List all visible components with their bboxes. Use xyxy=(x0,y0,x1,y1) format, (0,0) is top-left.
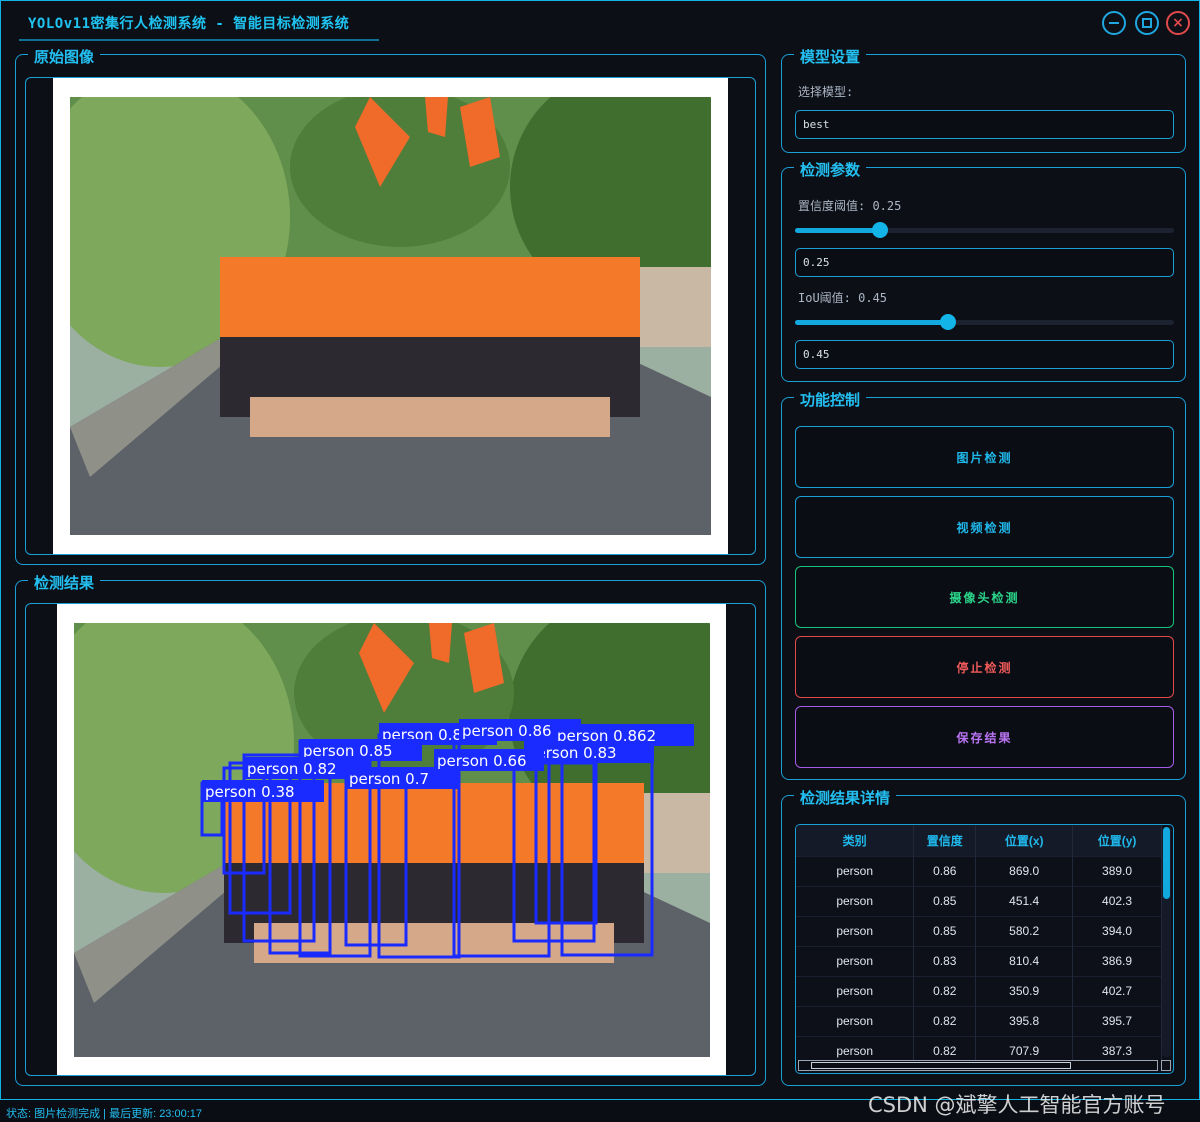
model-select[interactable]: best xyxy=(795,110,1174,139)
stop-detect-button[interactable]: 停止检测 xyxy=(795,636,1174,698)
table-cell: 389.0 xyxy=(1072,855,1162,886)
street-scene-image xyxy=(70,97,711,535)
original-photo xyxy=(70,97,711,535)
table-row[interactable]: person 0.82 350.9 402.7 xyxy=(796,975,1162,1006)
table-cell: 395.7 xyxy=(1072,1005,1162,1036)
result-photo: person 0.85 person 0.86 person 0.862 per… xyxy=(74,623,710,1057)
table-cell: 810.4 xyxy=(975,945,1074,976)
table-row[interactable]: person 0.85 451.4 402.3 xyxy=(796,885,1162,916)
detection-label: person 0.66 xyxy=(437,752,527,770)
table-row[interactable]: person 0.85 580.2 394.0 xyxy=(796,915,1162,946)
table-cell: 0.85 xyxy=(913,885,977,916)
table-cell: person xyxy=(796,885,915,916)
function-control-title: 功能控制 xyxy=(794,389,867,410)
window-title: YOLOv11密集行人检测系统 - 智能目标检测系统 xyxy=(28,16,350,32)
iou-slider[interactable] xyxy=(795,314,1174,330)
table-scroll-corner xyxy=(1161,1060,1171,1071)
table-row[interactable]: person 0.86 869.0 389.0 xyxy=(796,855,1162,886)
detection-label: person 0.82 xyxy=(247,760,337,778)
table-cell: person xyxy=(796,855,915,886)
select-model-label: 选择模型: xyxy=(798,85,854,99)
detection-label: person 0.38 xyxy=(205,783,295,801)
table-horizontal-scroll-thumb[interactable] xyxy=(811,1062,1071,1069)
main-window: YOLOv11密集行人检测系统 - 智能目标检测系统 × 原始图像 检测结果 p… xyxy=(0,0,1200,1100)
close-icon: × xyxy=(1172,15,1184,31)
iou-slider-handle[interactable] xyxy=(940,314,956,330)
table-cell: 386.9 xyxy=(1072,945,1162,976)
column-header-class[interactable]: 类别 xyxy=(796,825,915,856)
camera-detect-button[interactable]: 摄像头检测 xyxy=(795,566,1174,628)
result-table-grid: 类别 置信度 位置(x) 位置(y) person 0.86 869.0 389.0 p… xyxy=(796,825,1162,1066)
table-cell: 869.0 xyxy=(975,855,1074,886)
table-horizontal-scrollbar[interactable] xyxy=(798,1060,1158,1071)
video-detect-button[interactable]: 视频检测 xyxy=(795,496,1174,558)
confidence-slider[interactable] xyxy=(795,222,1174,238)
maximize-icon xyxy=(1142,18,1152,28)
table-cell: 0.83 xyxy=(913,945,977,976)
table-vertical-scroll-thumb[interactable] xyxy=(1163,827,1170,899)
column-header-y[interactable]: 位置(y) xyxy=(1072,825,1162,856)
confidence-label: 置信度阈值: 0.25 xyxy=(798,199,902,213)
table-cell: 394.0 xyxy=(1072,915,1162,946)
result-image-title: 检测结果 xyxy=(28,572,101,593)
watermark: CSDN @斌擎人工智能官方账号 xyxy=(868,1093,1166,1117)
iou-input[interactable]: 0.45 xyxy=(795,340,1174,369)
minimize-button[interactable] xyxy=(1102,11,1126,35)
image-detect-button[interactable]: 图片检测 xyxy=(795,426,1174,488)
confidence-slider-handle[interactable] xyxy=(872,222,888,238)
original-image-title: 原始图像 xyxy=(28,46,101,67)
result-image-canvas: person 0.85 person 0.86 person 0.862 per… xyxy=(57,604,726,1075)
iou-label: IoU阈值: 0.45 xyxy=(798,291,888,305)
table-cell: person xyxy=(796,945,915,976)
detection-label: person 0.7 xyxy=(349,770,429,788)
table-cell: 0.82 xyxy=(913,1005,977,1036)
original-image-canvas xyxy=(53,78,728,554)
table-cell: 451.4 xyxy=(975,885,1074,916)
title-bar[interactable]: YOLOv11密集行人检测系统 - 智能目标检测系统 × xyxy=(1,1,1199,43)
table-cell: 395.8 xyxy=(975,1005,1074,1036)
iou-slider-fill xyxy=(795,320,948,325)
status-text: 状态: 图片检测完成 | 最后更新: 23:00:17 xyxy=(6,1108,203,1120)
detection-label: person 0.86 xyxy=(462,722,552,740)
table-body: person 0.86 869.0 389.0 person 0.85 451.4 402.3… xyxy=(796,855,1162,1066)
column-header-confidence[interactable]: 置信度 xyxy=(913,825,977,856)
title-underline xyxy=(19,39,379,41)
confidence-input[interactable]: 0.25 xyxy=(795,248,1174,277)
detection-params-title: 检测参数 xyxy=(794,159,867,180)
table-header-row: 类别 置信度 位置(x) 位置(y) xyxy=(796,825,1162,856)
table-cell: 402.7 xyxy=(1072,975,1162,1006)
table-cell: 402.3 xyxy=(1072,885,1162,916)
table-cell: person xyxy=(796,975,915,1006)
confidence-slider-fill xyxy=(795,228,880,233)
maximize-button[interactable] xyxy=(1135,11,1159,35)
result-details-title: 检测结果详情 xyxy=(794,787,897,808)
model-settings-title: 模型设置 xyxy=(794,46,867,67)
table-cell: 350.9 xyxy=(975,975,1074,1006)
table-row[interactable]: person 0.83 810.4 386.9 xyxy=(796,945,1162,976)
table-row[interactable]: person 0.82 395.8 395.7 xyxy=(796,1005,1162,1036)
table-cell: 0.86 xyxy=(913,855,977,886)
table-cell: person xyxy=(796,1005,915,1036)
table-vertical-scrollbar[interactable] xyxy=(1162,827,1171,1057)
close-button[interactable]: × xyxy=(1166,11,1190,35)
table-cell: 0.82 xyxy=(913,975,977,1006)
table-cell: 580.2 xyxy=(975,915,1074,946)
column-header-x[interactable]: 位置(x) xyxy=(975,825,1074,856)
minimize-icon xyxy=(1109,22,1119,24)
save-result-button[interactable]: 保存结果 xyxy=(795,706,1174,768)
table-cell: person xyxy=(796,915,915,946)
table-cell: 0.85 xyxy=(913,915,977,946)
detection-scene-image: person 0.85 person 0.86 person 0.862 per… xyxy=(74,623,710,1057)
result-table[interactable]: 类别 置信度 位置(x) 位置(y) person 0.86 869.0 389.0 p… xyxy=(795,824,1174,1074)
